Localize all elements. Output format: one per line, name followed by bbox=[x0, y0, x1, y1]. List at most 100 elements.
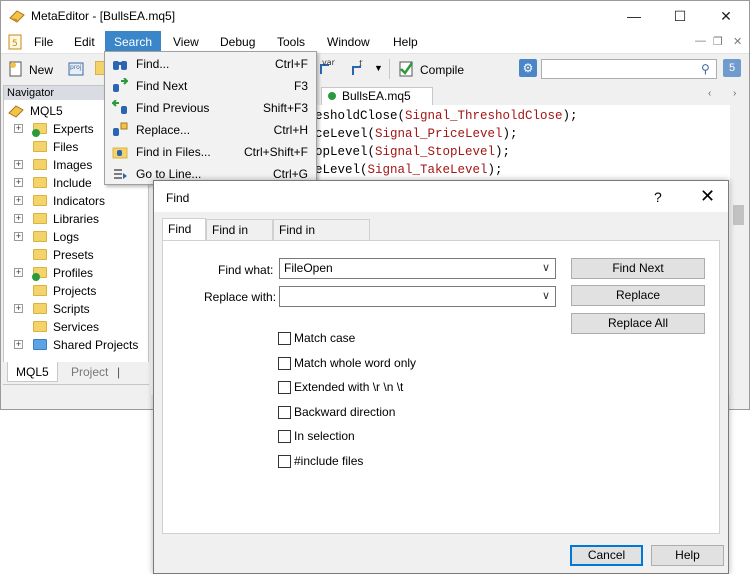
help-icon[interactable]: ? bbox=[654, 189, 662, 205]
menu-debug[interactable]: Debug bbox=[211, 31, 264, 53]
tree-item-profiles[interactable]: + Profiles bbox=[4, 264, 148, 282]
option-label[interactable]: #include files bbox=[294, 454, 363, 468]
close-window-button[interactable]: ✕ bbox=[703, 1, 749, 31]
tab-mql5[interactable]: MQL5 bbox=[7, 362, 58, 382]
tree-item-services[interactable]: Services bbox=[4, 318, 148, 336]
chevron-down-icon[interactable]: ∨ bbox=[542, 259, 550, 278]
option-checkbox-2[interactable] bbox=[278, 381, 291, 394]
minimize-button[interactable]: — bbox=[611, 1, 657, 31]
tree-item-scripts[interactable]: + Scripts bbox=[4, 300, 148, 318]
replace-all-button[interactable]: Replace All bbox=[571, 313, 705, 334]
menu-item-replace[interactable]: Replace... Ctrl+H bbox=[105, 119, 316, 141]
check-badge-icon bbox=[32, 273, 40, 281]
tab-scroll-right-icon[interactable]: › bbox=[733, 88, 736, 99]
option-label[interactable]: Extended with \r \n \t bbox=[294, 380, 403, 394]
mdi-close-icon[interactable]: ✕ bbox=[733, 35, 742, 48]
tab-project[interactable]: Project bbox=[63, 362, 116, 382]
cancel-button[interactable]: Cancel bbox=[570, 545, 643, 566]
expand-icon[interactable]: + bbox=[14, 268, 23, 277]
insert-function-icon[interactable]: f bbox=[349, 60, 367, 78]
help-button[interactable]: Help bbox=[651, 545, 724, 566]
option-label[interactable]: Match case bbox=[294, 331, 355, 345]
tree-item-label: Projects bbox=[53, 284, 97, 298]
option-checkbox-5[interactable] bbox=[278, 454, 291, 468]
tab-divider: | bbox=[117, 365, 121, 379]
mdi-minimize-icon[interactable]: — bbox=[695, 35, 706, 47]
menu-item-find-previous[interactable]: Find Previous Shift+F3 bbox=[105, 97, 316, 119]
expand-icon[interactable]: + bbox=[14, 304, 23, 313]
option-checkbox-4[interactable] bbox=[278, 430, 291, 443]
menu-item-find-in-files[interactable]: Find in Files... Ctrl+Shift+F bbox=[105, 141, 316, 163]
editor-tab-bullsea[interactable]: BullsEA.mq5 bbox=[321, 87, 433, 105]
compile-button[interactable]: Compile bbox=[420, 63, 464, 77]
new-button[interactable]: New bbox=[29, 63, 53, 77]
toolbar-search-input[interactable] bbox=[541, 59, 717, 79]
expand-icon[interactable]: + bbox=[14, 178, 23, 187]
expand-icon[interactable]: + bbox=[14, 124, 23, 133]
metaeditor-app-icon bbox=[9, 10, 25, 23]
option-label[interactable]: Match whole word only bbox=[294, 356, 416, 370]
title-bar[interactable]: MetaEditor - [BullsEA.mq5] — ☐ ✕ bbox=[1, 1, 749, 31]
menu-window[interactable]: Window bbox=[318, 31, 379, 53]
tree-item-label: Images bbox=[53, 158, 93, 172]
notifications-badge[interactable]: 5 bbox=[723, 59, 741, 77]
new-file-icon[interactable] bbox=[7, 60, 25, 78]
tab-find-in-files[interactable]: Find in Files bbox=[206, 219, 273, 257]
find-what-combobox[interactable]: FileOpen ∨ bbox=[279, 258, 556, 279]
menu-tools[interactable]: Tools bbox=[268, 31, 314, 53]
find-previous-icon bbox=[112, 100, 127, 114]
menu-edit[interactable]: Edit bbox=[65, 31, 104, 53]
menu-file[interactable]: File bbox=[25, 31, 62, 53]
gear-icon[interactable]: ⚙ bbox=[519, 59, 537, 77]
dialog-title: Find bbox=[166, 191, 190, 205]
compile-icon[interactable] bbox=[397, 60, 415, 78]
menu-view[interactable]: View bbox=[164, 31, 208, 53]
mdi-restore-icon[interactable]: ❐ bbox=[713, 35, 723, 48]
tree-item-shared-projects[interactable]: + Shared Projects bbox=[4, 336, 148, 354]
chevron-down-icon[interactable]: ∨ bbox=[542, 287, 550, 306]
menu-item-find[interactable]: Find... Ctrl+F bbox=[105, 53, 316, 75]
folder-icon bbox=[33, 195, 47, 206]
tree-item-logs[interactable]: + Logs bbox=[4, 228, 148, 246]
folder-icon bbox=[33, 213, 47, 224]
option-label[interactable]: In selection bbox=[294, 429, 355, 443]
tree-item-presets[interactable]: Presets bbox=[4, 246, 148, 264]
menu-item-shortcut: Ctrl+G bbox=[272, 167, 308, 181]
tree-item-projects[interactable]: Projects bbox=[4, 282, 148, 300]
chevron-down-icon[interactable]: ▼ bbox=[374, 63, 383, 73]
find-tab-panel: Find what: FileOpen ∨ Replace with: ∨ Fi… bbox=[162, 240, 720, 534]
option-checkbox-1[interactable] bbox=[278, 356, 291, 370]
expand-icon[interactable]: + bbox=[14, 232, 23, 241]
expand-icon[interactable]: + bbox=[14, 160, 23, 169]
tab-find-in-community[interactable]: Find in Community bbox=[273, 219, 370, 257]
folder-icon bbox=[33, 141, 47, 152]
editor-scrollbar[interactable] bbox=[730, 105, 747, 405]
replace-button[interactable]: Replace bbox=[571, 285, 705, 306]
find-dialog: Find ? ✕ Find Find in Files Find in Comm… bbox=[153, 180, 729, 574]
code-token-end: ); bbox=[487, 163, 503, 177]
tree-item-libraries[interactable]: + Libraries bbox=[4, 210, 148, 228]
search-icon[interactable]: ⚲ bbox=[701, 62, 710, 76]
tab-scroll-left-icon[interactable]: ‹ bbox=[708, 88, 711, 99]
insert-variable-icon[interactable]: var bbox=[321, 56, 341, 74]
menu-help[interactable]: Help bbox=[384, 31, 427, 53]
option-checkbox-3[interactable] bbox=[278, 405, 291, 419]
option-label[interactable]: Backward direction bbox=[294, 405, 395, 419]
project-icon[interactable]: proj bbox=[67, 60, 85, 78]
expand-icon[interactable]: + bbox=[14, 196, 23, 205]
tree-item-indicators[interactable]: + Indicators bbox=[4, 192, 148, 210]
dialog-title-bar[interactable]: Find ? ✕ bbox=[154, 181, 728, 212]
menu-search[interactable]: Search bbox=[105, 31, 162, 53]
code-token-fn: esholdClose( bbox=[315, 109, 406, 123]
option-checkbox-0[interactable] bbox=[278, 332, 291, 345]
document-icon[interactable]: 5 bbox=[8, 34, 22, 50]
expand-icon[interactable]: + bbox=[14, 340, 23, 349]
replace-with-combobox[interactable]: ∨ bbox=[279, 286, 556, 307]
close-icon[interactable]: ✕ bbox=[700, 186, 715, 207]
find-next-button[interactable]: Find Next bbox=[571, 258, 705, 279]
maximize-button[interactable]: ☐ bbox=[657, 1, 703, 31]
tab-find[interactable]: Find bbox=[162, 218, 206, 241]
expand-icon[interactable]: + bbox=[14, 214, 23, 223]
menu-item-find-next[interactable]: Find Next F3 bbox=[105, 75, 316, 97]
scrollbar-thumb[interactable] bbox=[733, 205, 744, 225]
